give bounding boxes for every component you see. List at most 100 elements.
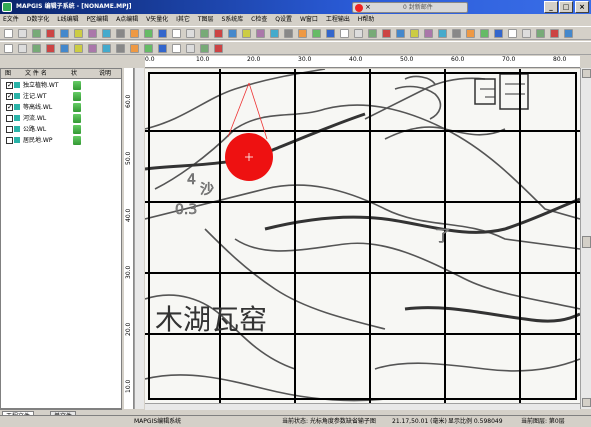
scroll-down-button[interactable] <box>582 398 591 407</box>
toolbar-tool-button[interactable] <box>424 29 433 38</box>
toolbar-tool-button[interactable] <box>186 29 195 38</box>
toolbar-tool-button[interactable] <box>158 29 167 38</box>
toolbar-tool-button[interactable] <box>74 29 83 38</box>
toolbar-tool-button[interactable] <box>144 29 153 38</box>
toolbar-view-button[interactable] <box>130 44 139 53</box>
scroll-thumb[interactable] <box>582 236 591 248</box>
toolbar-view-button[interactable] <box>158 44 167 53</box>
toolbar-view-button[interactable] <box>18 44 27 53</box>
layer-visibility-checkbox[interactable] <box>6 137 13 144</box>
menu-digitize[interactable]: D数字化 <box>24 14 53 26</box>
toolbar-tool-button[interactable] <box>18 29 27 38</box>
toolbar-view-button[interactable] <box>214 44 223 53</box>
toolbar-view-button[interactable] <box>116 44 125 53</box>
toolbar-tool-button[interactable] <box>214 29 223 38</box>
menu-file[interactable]: E文件 <box>0 14 22 26</box>
layer-row[interactable]: ✓ 独立植物.WT <box>3 80 119 91</box>
minimize-button[interactable]: _ <box>544 1 558 13</box>
toolbar-view-button[interactable] <box>88 44 97 53</box>
layer-row[interactable]: ✓ 注记.WT <box>3 91 119 102</box>
layer-state-icon[interactable] <box>73 136 81 145</box>
toolbar-view-button[interactable] <box>172 44 181 53</box>
horizontal-scrollbar[interactable] <box>145 403 580 410</box>
toolbar-tool-button[interactable] <box>410 29 419 38</box>
toolbar-tool-button[interactable] <box>396 29 405 38</box>
toolbar-tool-button[interactable] <box>382 29 391 38</box>
toolbar-view-button[interactable] <box>60 44 69 53</box>
layer-state-icon[interactable] <box>73 103 81 112</box>
toolbar-view-button[interactable] <box>200 44 209 53</box>
menu-line-edit[interactable]: L线编辑 <box>54 14 81 26</box>
toolbar-view-button[interactable] <box>144 44 153 53</box>
menu-vectorize[interactable]: V矢量化 <box>143 14 171 26</box>
toolbar-tool-button[interactable] <box>494 29 503 38</box>
toolbar-view-button[interactable] <box>46 44 55 53</box>
toolbar-tool-button[interactable] <box>270 29 279 38</box>
toolbar-tool-button[interactable] <box>480 29 489 38</box>
toolbar-tool-button[interactable] <box>4 29 13 38</box>
toolbar-tool-button[interactable] <box>354 29 363 38</box>
menu-point-edit[interactable]: A点编辑 <box>113 14 141 26</box>
menu-area-edit[interactable]: P区编辑 <box>84 14 112 26</box>
toolbar-view-button[interactable] <box>32 44 41 53</box>
menu-system-lib[interactable]: S系统库 <box>218 14 246 26</box>
map-canvas[interactable]: 4 沙 0.3 了 木湖瓦窑 <box>145 69 580 403</box>
menu-window[interactable]: W窗口 <box>297 14 321 26</box>
toolbar-tool-button[interactable] <box>312 29 321 38</box>
toolbar-tool-button[interactable] <box>564 29 573 38</box>
layer-state-icon[interactable] <box>73 92 81 101</box>
toolbar-tool-button[interactable] <box>102 29 111 38</box>
toolbar-tool-button[interactable] <box>228 29 237 38</box>
toolbar-tool-button[interactable] <box>130 29 139 38</box>
left-panel-scrollbar[interactable] <box>134 68 144 409</box>
toolbar-tool-button[interactable] <box>508 29 517 38</box>
toolbar-tool-button[interactable] <box>200 29 209 38</box>
toolbar-view-button[interactable] <box>74 44 83 53</box>
toolbar-tool-button[interactable] <box>326 29 335 38</box>
layer-row[interactable]: 居民地.WP <box>3 135 119 146</box>
layer-state-icon[interactable] <box>73 125 81 134</box>
menu-settings[interactable]: Q设置 <box>272 14 295 26</box>
toolbar-tool-button[interactable] <box>284 29 293 38</box>
layer-row[interactable]: 河流.WL <box>3 113 119 124</box>
mail-notification[interactable]: × 0 封新邮件 <box>352 2 468 13</box>
toolbar-tool-button[interactable] <box>438 29 447 38</box>
notification-close-button[interactable]: × <box>365 3 371 12</box>
toolbar-tool-button[interactable] <box>88 29 97 38</box>
scroll-up-button[interactable] <box>582 69 591 78</box>
toolbar-tool-button[interactable] <box>60 29 69 38</box>
toolbar-tool-button[interactable] <box>522 29 531 38</box>
toolbar-tool-button[interactable] <box>340 29 349 38</box>
toolbar-tool-button[interactable] <box>466 29 475 38</box>
layer-row[interactable]: 公路.WL <box>3 124 119 135</box>
toolbar-tool-button[interactable] <box>550 29 559 38</box>
toolbar-tool-button[interactable] <box>256 29 265 38</box>
layer-state-icon[interactable] <box>73 114 81 123</box>
layer-state-icon[interactable] <box>73 81 81 90</box>
close-button[interactable]: × <box>575 1 589 13</box>
menu-layer[interactable]: T图层 <box>195 14 217 26</box>
menu-check[interactable]: C检查 <box>248 14 270 26</box>
layer-row[interactable]: ✓ 等高线.WL <box>3 102 119 113</box>
toolbar-tool-button[interactable] <box>116 29 125 38</box>
toolbar-view-button[interactable] <box>186 44 195 53</box>
toolbar-view-button[interactable] <box>4 44 13 53</box>
menu-other[interactable]: I其它 <box>173 14 193 26</box>
menu-help[interactable]: H帮助 <box>355 14 378 26</box>
layer-visibility-checkbox[interactable]: ✓ <box>6 81 13 89</box>
menu-output[interactable]: 工程输出 <box>323 14 353 26</box>
layer-visibility-checkbox[interactable]: ✓ <box>6 92 13 100</box>
toolbar-tool-button[interactable] <box>452 29 461 38</box>
toolbar-tool-button[interactable] <box>172 29 181 38</box>
toolbar-tool-button[interactable] <box>32 29 41 38</box>
toolbar-tool-button[interactable] <box>242 29 251 38</box>
maximize-button[interactable]: □ <box>559 1 573 13</box>
toolbar-tool-button[interactable] <box>368 29 377 38</box>
toolbar-tool-button[interactable] <box>298 29 307 38</box>
toolbar-tool-button[interactable] <box>536 29 545 38</box>
layer-visibility-checkbox[interactable]: ✓ <box>6 103 13 111</box>
toolbar-view-button[interactable] <box>102 44 111 53</box>
vertical-scrollbar[interactable] <box>580 68 591 409</box>
toolbar-tool-button[interactable] <box>46 29 55 38</box>
layer-visibility-checkbox[interactable] <box>6 126 13 133</box>
